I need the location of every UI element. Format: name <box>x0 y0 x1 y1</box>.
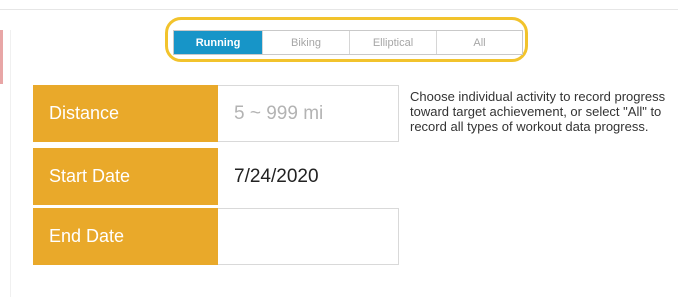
top-divider <box>0 9 678 10</box>
tab-elliptical[interactable]: Elliptical <box>349 31 436 54</box>
distance-label: Distance <box>33 85 218 142</box>
start-date-label: Start Date <box>33 148 218 205</box>
start-date-row: Start Date 7/24/2020 <box>33 148 399 205</box>
start-date-field[interactable]: 7/24/2020 <box>218 148 399 205</box>
left-edge-accent <box>0 30 3 84</box>
tab-all[interactable]: All <box>436 31 522 54</box>
help-text: Choose individual activity to record pro… <box>410 89 666 134</box>
end-date-field[interactable] <box>218 208 399 265</box>
tab-running[interactable]: Running <box>174 31 262 54</box>
distance-row: Distance 5 ~ 999 mi <box>33 85 399 142</box>
tab-biking[interactable]: Biking <box>262 31 349 54</box>
end-date-row: End Date <box>33 208 399 265</box>
end-date-label: End Date <box>33 208 218 265</box>
activity-segmented-control: Running Biking Elliptical All <box>173 30 523 55</box>
left-divider <box>10 30 11 297</box>
distance-input[interactable]: 5 ~ 999 mi <box>218 85 399 142</box>
